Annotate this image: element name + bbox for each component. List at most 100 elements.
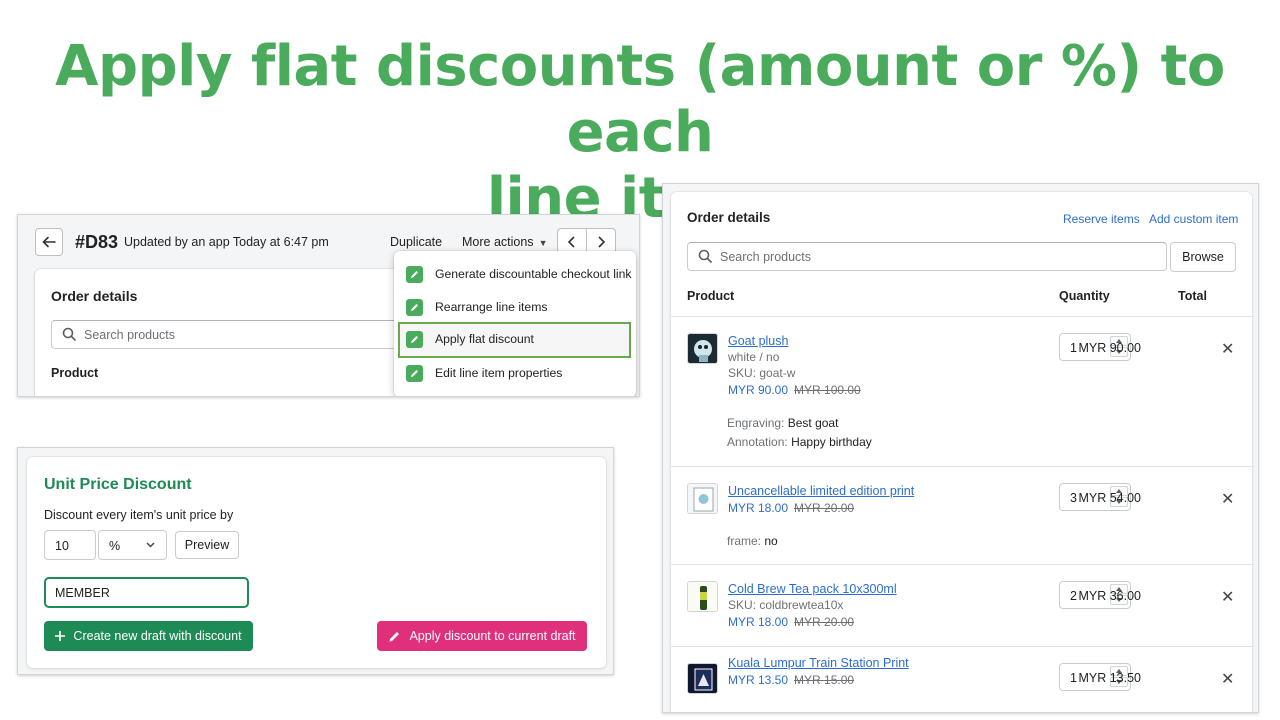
- column-total: Total: [1178, 289, 1207, 303]
- browse-button[interactable]: Browse: [1170, 242, 1236, 272]
- order-header-panel: #D83 Updated by an app Today at 6:47 pm …: [17, 214, 640, 397]
- discount-code-input[interactable]: MEMBER: [44, 577, 249, 608]
- line-item-row: Cold Brew Tea pack 10x300ml SKU: coldbre…: [671, 564, 1252, 646]
- more-actions-button[interactable]: More actions ▼: [462, 235, 547, 249]
- discount-unit-select[interactable]: %: [98, 530, 167, 560]
- duplicate-button[interactable]: Duplicate: [390, 235, 442, 249]
- discounted-price: MYR 18.00: [728, 615, 789, 629]
- product-name-link[interactable]: Kuala Lumpur Train Station Print: [728, 656, 909, 670]
- order-meta: Updated by an app Today at 6:47 pm: [124, 235, 329, 249]
- product-sku: SKU: goat-w: [728, 366, 796, 380]
- product-name-link[interactable]: Goat plush: [728, 334, 788, 348]
- order-details-panel: Order details Reserve items Add custom i…: [662, 183, 1259, 713]
- apply-discount-label: Apply discount to current draft: [409, 629, 576, 643]
- discounted-price: MYR 18.00: [728, 501, 789, 515]
- pencil-icon: [406, 365, 423, 382]
- unit-price-discount-card: Unit Price Discount Discount every item'…: [27, 457, 606, 668]
- discount-unit-value: %: [109, 539, 121, 553]
- product-price: MYR 18.00 MYR 20.00: [728, 615, 854, 629]
- order-details-list-card: Order details Reserve items Add custom i…: [671, 192, 1252, 712]
- original-price: MYR 15.00: [794, 673, 855, 687]
- order-details-title: Order details: [687, 210, 771, 225]
- original-price: MYR 100.00: [794, 383, 861, 397]
- product-thumbnail: [687, 581, 718, 612]
- line-item-property: frame: no: [727, 534, 778, 548]
- headline-line-1: Apply flat discounts (amount or %) to ea…: [55, 34, 1225, 165]
- original-price: MYR 20.00: [794, 615, 855, 629]
- line-item-property: Engraving: Best goat: [727, 416, 838, 430]
- product-price: MYR 13.50 MYR 15.00: [728, 673, 854, 687]
- menu-item-label: Generate discountable checkout link: [435, 267, 632, 281]
- discounted-price: MYR 13.50: [728, 673, 789, 687]
- chevron-left-icon: [567, 236, 575, 248]
- column-product: Product: [51, 366, 99, 380]
- original-price: MYR 20.00: [794, 501, 855, 515]
- menu-item-label: Edit line item properties: [435, 366, 563, 380]
- search-icon: [62, 327, 77, 342]
- caret-down-icon: ▼: [538, 238, 548, 248]
- unit-price-discount-panel: Unit Price Discount Discount every item'…: [17, 447, 614, 675]
- menu-item-rearrange[interactable]: Rearrange line items: [394, 292, 636, 322]
- search-products-input[interactable]: Search products: [687, 242, 1167, 271]
- property-key: Engraving:: [727, 416, 785, 430]
- product-name-link[interactable]: Cold Brew Tea pack 10x300ml: [728, 582, 897, 596]
- line-total: MYR 54.00: [1078, 491, 1141, 505]
- product-variant: white / no: [728, 350, 780, 364]
- more-actions-label: More actions: [462, 235, 534, 249]
- back-button[interactable]: [35, 228, 63, 256]
- menu-item-label: Apply flat discount: [435, 332, 534, 346]
- product-thumbnail: [687, 663, 718, 694]
- column-quantity: Quantity: [1059, 289, 1110, 303]
- chevron-down-icon: [146, 542, 155, 548]
- product-sku: SKU: coldbrewtea10x: [728, 598, 844, 612]
- search-placeholder: Search products: [84, 328, 176, 342]
- line-total: MYR 13.50: [1078, 671, 1141, 685]
- plus-icon: [55, 631, 66, 641]
- menu-item-apply-flat-discount[interactable]: Apply flat discount: [398, 322, 631, 358]
- close-icon[interactable]: ✕: [1221, 489, 1234, 509]
- line-item-row: Kuala Lumpur Train Station Print MYR 13.…: [671, 646, 1252, 712]
- create-draft-button[interactable]: Create new draft with discount: [44, 621, 253, 651]
- line-total: MYR 36.00: [1078, 589, 1141, 603]
- order-id: #D83: [75, 232, 119, 252]
- discount-description: Discount every item's unit price by: [44, 508, 234, 522]
- product-name-link[interactable]: Uncancellable limited edition print: [728, 484, 914, 498]
- reserve-items-link[interactable]: Reserve items: [1063, 212, 1140, 226]
- pencil-icon: [389, 631, 400, 641]
- close-icon[interactable]: ✕: [1221, 339, 1234, 359]
- line-item-property: Annotation: Happy birthday: [727, 435, 872, 449]
- preview-button[interactable]: Preview: [175, 531, 239, 559]
- product-price: MYR 18.00 MYR 20.00: [728, 501, 854, 515]
- card-title: Order details: [51, 288, 138, 304]
- product-thumbnail: [687, 483, 718, 514]
- create-draft-label: Create new draft with discount: [73, 629, 242, 643]
- pencil-icon: [406, 331, 423, 348]
- discount-amount-input[interactable]: 10: [44, 530, 96, 560]
- chevron-right-icon: [598, 236, 606, 248]
- discounted-price: MYR 90.00: [728, 383, 789, 397]
- discount-title: Unit Price Discount: [44, 476, 192, 493]
- add-custom-item-link[interactable]: Add custom item: [1149, 212, 1238, 226]
- product-thumbnail: [687, 333, 718, 364]
- line-total: MYR 90.00: [1078, 341, 1141, 355]
- apply-discount-button[interactable]: Apply discount to current draft: [377, 621, 587, 651]
- product-price: MYR 90.00 MYR 100.00: [728, 383, 861, 397]
- pencil-icon: [406, 266, 423, 283]
- line-item-row: Goat plush white / no SKU: goat-w MYR 90…: [671, 316, 1252, 466]
- property-key: frame:: [727, 534, 762, 548]
- menu-item-generate-link[interactable]: Generate discountable checkout link: [394, 259, 636, 289]
- property-value: no: [764, 534, 778, 548]
- arrow-left-icon: [42, 236, 56, 248]
- menu-item-label: Rearrange line items: [435, 300, 548, 314]
- close-icon[interactable]: ✕: [1221, 587, 1234, 607]
- menu-item-edit-properties[interactable]: Edit line item properties: [394, 358, 636, 388]
- pencil-icon: [406, 299, 423, 316]
- property-value: Happy birthday: [791, 435, 872, 449]
- more-actions-menu: Generate discountable checkout link Rear…: [394, 251, 636, 396]
- property-value: Best goat: [787, 416, 839, 430]
- property-key: Annotation:: [727, 435, 788, 449]
- search-placeholder: Search products: [720, 250, 812, 264]
- close-icon[interactable]: ✕: [1221, 669, 1234, 689]
- column-product: Product: [687, 289, 735, 303]
- line-item-row: Uncancellable limited edition print MYR …: [671, 466, 1252, 564]
